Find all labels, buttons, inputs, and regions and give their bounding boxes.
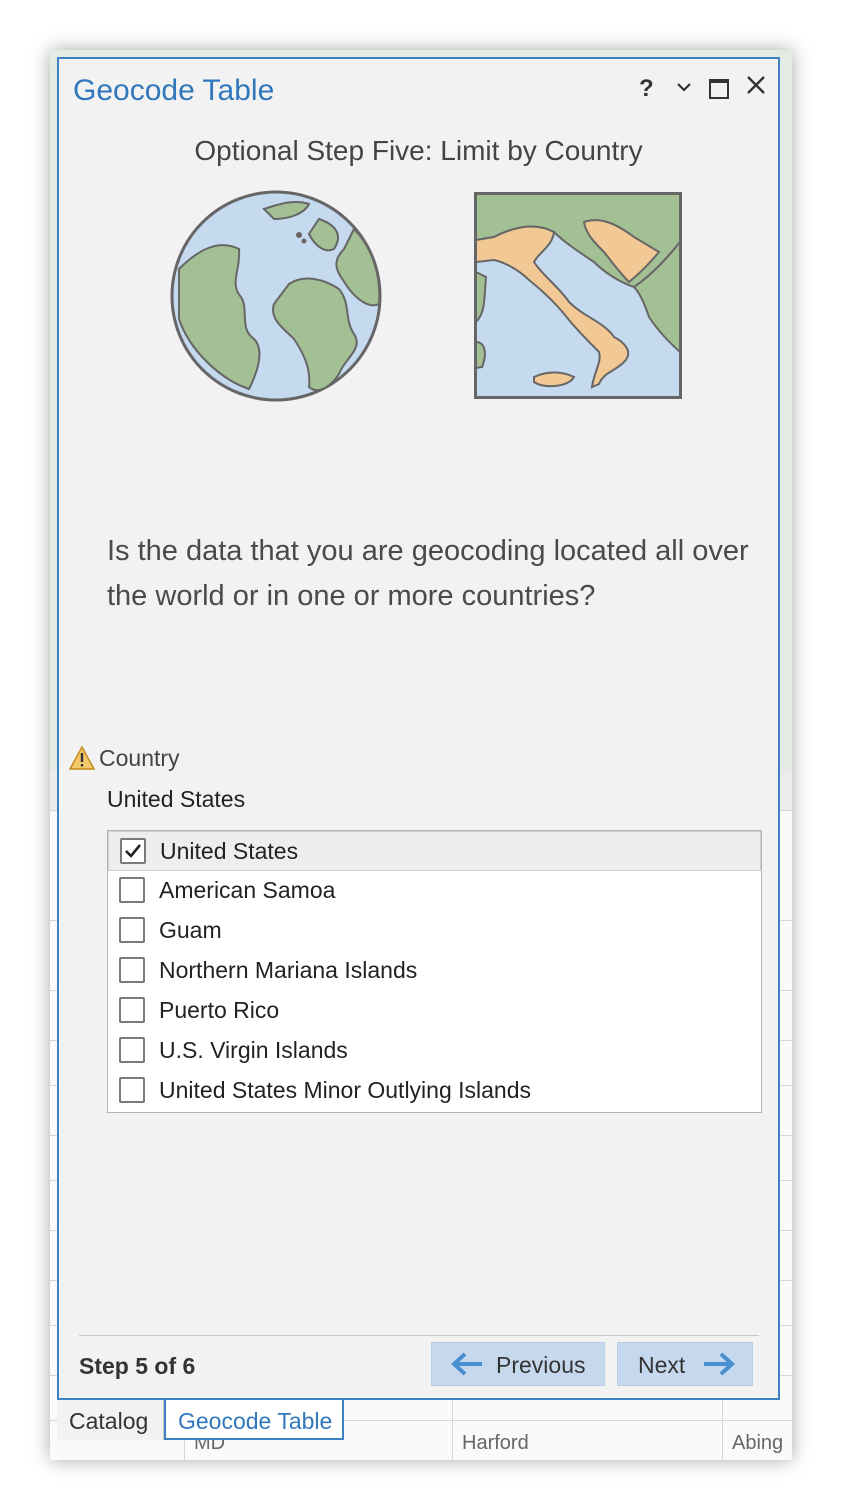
- country-checklist[interactable]: United States American Samoa Guam Northe…: [107, 830, 762, 1113]
- country-item-label: United States Minor Outlying Islands: [159, 1077, 532, 1103]
- country-item-label: U.S. Virgin Islands: [159, 1037, 348, 1063]
- chevron-down-icon: [677, 83, 691, 92]
- italy-map-illustration: [474, 192, 682, 399]
- tab-catalog[interactable]: Catalog: [57, 1400, 164, 1440]
- tab-geocode-table[interactable]: Geocode Table: [164, 1400, 344, 1440]
- country-item-united-states[interactable]: United States: [108, 831, 761, 871]
- arrow-right-icon: [704, 1352, 735, 1376]
- close-icon: [747, 76, 765, 94]
- checkbox[interactable]: [119, 1037, 145, 1063]
- checkbox[interactable]: [119, 957, 145, 983]
- next-label: Next: [638, 1352, 686, 1378]
- geocode-table-pane: Geocode Table ? Optional Step Five: Limi…: [57, 57, 780, 1400]
- maximize-button[interactable]: [709, 79, 729, 99]
- checkbox[interactable]: [119, 917, 145, 943]
- step-heading: Optional Step Five: Limit by Country: [194, 135, 643, 166]
- previous-button[interactable]: Previous: [431, 1342, 605, 1386]
- tab-label: Catalog: [69, 1408, 149, 1434]
- pane-tab-bar: Catalog Geocode Table: [57, 1400, 780, 1442]
- checkbox-checked[interactable]: [120, 838, 146, 864]
- checkbox[interactable]: [119, 1077, 145, 1103]
- step-counter: Step 5 of 6: [79, 1353, 196, 1379]
- country-item-puerto-rico[interactable]: Puerto Rico: [108, 991, 761, 1031]
- arrow-left-icon: [451, 1352, 482, 1376]
- close-button[interactable]: [745, 71, 767, 103]
- globe-illustration: [170, 190, 382, 402]
- checkbox[interactable]: [119, 997, 145, 1023]
- country-item-label: Guam: [159, 917, 222, 943]
- checkbox[interactable]: [119, 877, 145, 903]
- pane-title: Geocode Table: [73, 74, 275, 107]
- help-button[interactable]: ?: [639, 75, 654, 103]
- country-item-label: American Samoa: [159, 877, 336, 903]
- country-item-us-virgin-islands[interactable]: U.S. Virgin Islands: [108, 1031, 761, 1071]
- country-item-label: Puerto Rico: [159, 997, 280, 1023]
- country-item-label: Northern Mariana Islands: [159, 957, 418, 983]
- country-selected-summary: United States: [107, 786, 246, 812]
- pane-options-button[interactable]: [675, 75, 693, 103]
- country-item-american-samoa[interactable]: American Samoa: [108, 871, 761, 911]
- country-item-guam[interactable]: Guam: [108, 911, 761, 951]
- tab-label: Geocode Table: [178, 1408, 333, 1434]
- country-item-label: United States: [160, 838, 299, 864]
- country-item-northern-mariana-islands[interactable]: Northern Mariana Islands: [108, 951, 761, 991]
- checkmark-icon: [125, 844, 142, 858]
- warning-icon: [69, 746, 95, 770]
- country-field-label: Country: [99, 745, 180, 771]
- footer-divider: [79, 1335, 759, 1336]
- wizard-question: Is the data that you are geocoding locat…: [107, 535, 749, 612]
- next-button[interactable]: Next: [617, 1342, 753, 1386]
- previous-label: Previous: [496, 1352, 586, 1378]
- country-item-us-minor-outlying-islands[interactable]: United States Minor Outlying Islands: [108, 1071, 761, 1111]
